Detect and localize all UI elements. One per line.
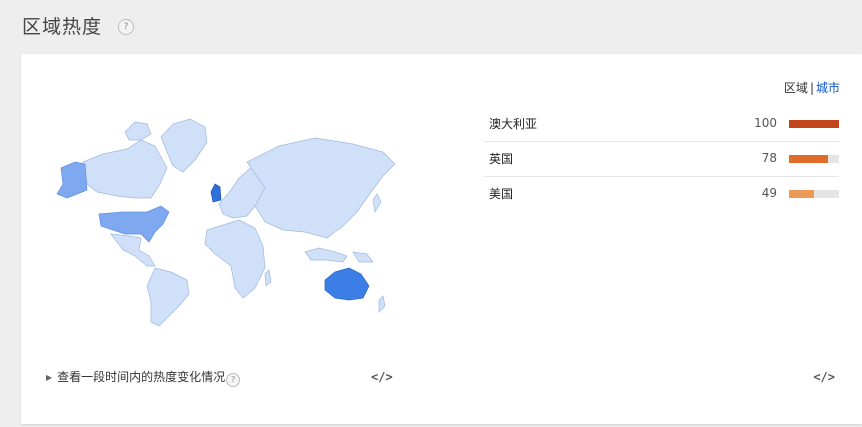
ranking-bar [789,190,839,198]
embed-code-icon[interactable]: </> [813,370,835,384]
ranking-region-name: 美国 [489,187,514,201]
timeline-label: 查看一段时间内的热度变化情况 [57,370,226,384]
help-icon[interactable]: ? [226,373,241,387]
map-south-america [146,267,190,327]
ranking-bar-fill [789,155,828,163]
embed-code-icon[interactable]: </> [371,370,393,384]
toggle-separator: | [809,81,814,95]
region-card: 区域 | 城市 澳大利亚 100 英国 78 美国 49 ▶ 查看一段时间内的热度变化… [21,54,862,424]
ranking-region-name: 澳大利亚 [489,117,538,131]
map-madagascar [264,269,272,287]
ranking-bar [789,120,839,128]
map-greenland [160,118,208,173]
help-icon[interactable]: ? [118,19,134,35]
map-new-guinea [352,251,374,263]
toggle-city[interactable]: 城市 [816,81,840,95]
map-japan [372,193,382,213]
ranking-row[interactable]: 英国 78 [484,142,839,177]
map-arctic-islands [124,121,152,141]
map-australia [324,267,370,301]
map-asia [246,137,396,239]
timeline-link[interactable]: ▶ 查看一段时间内的热度变化情况? [46,370,246,387]
ranking-value: 100 [754,116,777,130]
ranking-region-name: 英国 [489,152,514,166]
map-canada [82,139,168,199]
ranking-row[interactable]: 澳大利亚 100 [484,107,839,142]
ranking-row[interactable]: 美国 49 [484,177,839,211]
expand-arrow-icon: ▶ [46,373,53,382]
map-alaska [56,161,88,199]
ranking-value: 78 [761,151,777,165]
map-africa [204,219,266,299]
ranking-bar-fill [789,190,814,198]
ranking-value: 49 [761,186,777,200]
map-new-zealand [378,295,386,313]
ranking-bar [789,155,839,163]
map-indonesia [304,247,348,263]
map-uk [210,183,222,203]
region-city-toggle: 区域 | 城市 [784,79,840,96]
world-map[interactable] [43,102,399,327]
region-ranking-list: 澳大利亚 100 英国 78 美国 49 [484,107,839,211]
ranking-bar-fill [789,120,839,128]
section-title: 区域热度 [22,16,103,38]
toggle-region[interactable]: 区域 [784,81,808,95]
